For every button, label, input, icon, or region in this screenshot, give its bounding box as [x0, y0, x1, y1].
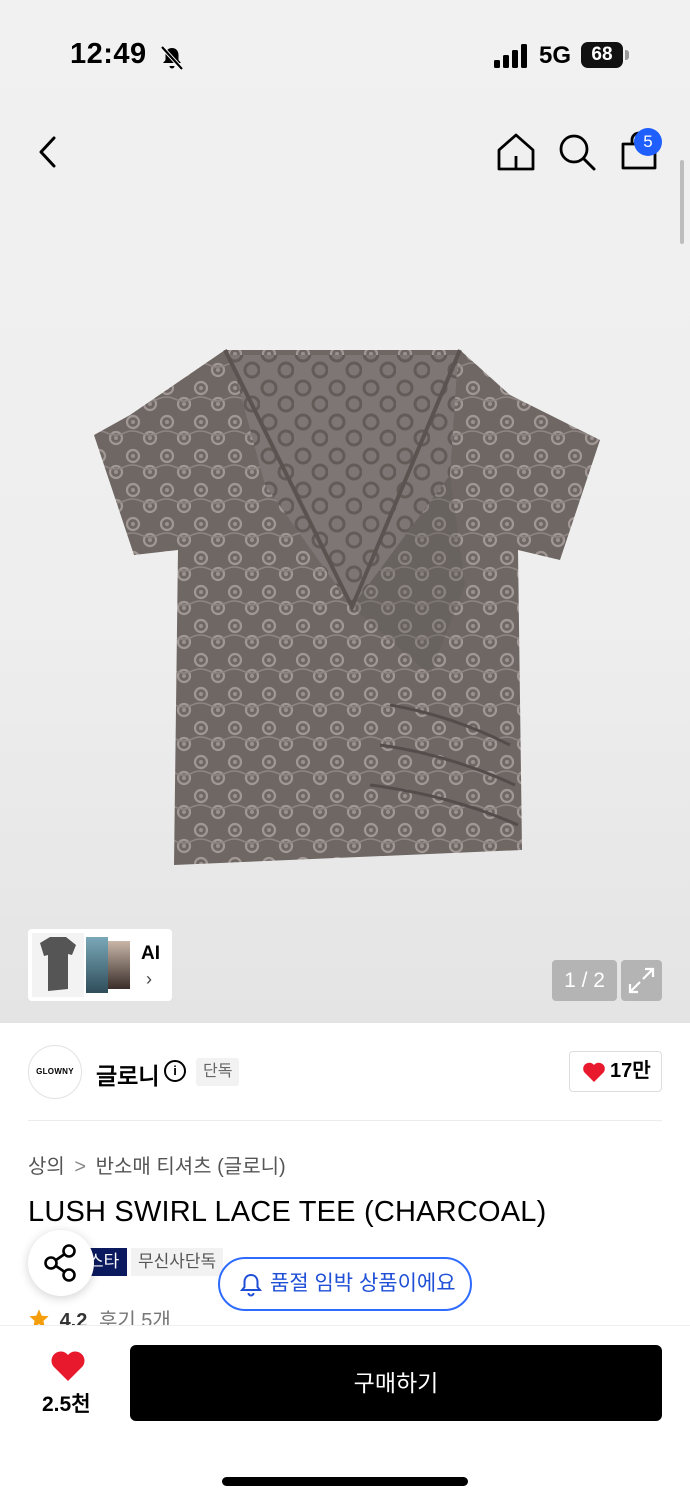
thumbnail-product [32, 933, 84, 997]
network-type: 5G [539, 42, 572, 69]
exclusive-tag: 단독 [196, 1058, 240, 1086]
breadcrumb-category[interactable]: 상의 [28, 1156, 65, 1178]
product-title: LUSH SWIRL LACE TEE (CHARCOAL) [28, 1196, 547, 1228]
musinsa-exclusive-tag: 무신사단독 [131, 1248, 224, 1276]
brand-like-count: 17만 [610, 1060, 651, 1082]
brand-like-button[interactable]: 17만 [569, 1051, 662, 1092]
brand-logo[interactable]: GLOWNY [28, 1045, 82, 1099]
divider [28, 1120, 662, 1121]
back-icon[interactable] [26, 130, 70, 174]
bell-icon [240, 1273, 262, 1297]
soldout-text: 품절 임박 상품이에요 [270, 1272, 456, 1295]
home-icon[interactable] [494, 130, 538, 174]
ai-label: AI [141, 943, 160, 964]
image-counter: 1 / 2 [552, 960, 617, 1001]
scrollbar[interactable] [680, 160, 684, 244]
share-button[interactable] [28, 1230, 94, 1296]
chevron-right-icon: › [146, 969, 152, 989]
silent-bell-icon [160, 45, 184, 71]
share-icon [44, 1244, 76, 1282]
search-icon[interactable] [555, 130, 599, 174]
battery-tip [625, 50, 629, 60]
breadcrumb: 상의 > 반소매 티셔츠 (글로니) [28, 1150, 286, 1179]
battery-indicator: 68 [581, 42, 623, 68]
status-time: 12:49 [70, 38, 147, 70]
product-image[interactable] [90, 345, 602, 875]
breadcrumb-separator: > [74, 1156, 87, 1178]
breadcrumb-subcategory[interactable]: 반소매 티셔츠 (글로니) [96, 1156, 286, 1178]
home-indicator[interactable] [222, 1477, 468, 1486]
heart-icon [583, 1062, 605, 1082]
thumbnail-model-2 [108, 941, 130, 989]
like-heart-icon[interactable] [50, 1350, 86, 1382]
soldout-notice[interactable]: 품절 임박 상품이에요 [218, 1257, 472, 1311]
thumbnail-model-1 [86, 937, 108, 993]
like-count: 2.5천 [42, 1393, 91, 1416]
cart-count-badge: 5 [634, 128, 662, 156]
status-bar: 12:49 5G 68 [0, 30, 690, 82]
ai-thumbnail-card[interactable]: AI › [28, 929, 172, 1001]
buy-button[interactable]: 구매하기 [130, 1345, 662, 1421]
signal-icon [494, 44, 527, 68]
expand-button[interactable] [621, 960, 662, 1001]
info-icon[interactable]: i [164, 1060, 186, 1082]
brand-name[interactable]: 글로니 [96, 1057, 159, 1091]
expand-icon [628, 967, 655, 994]
